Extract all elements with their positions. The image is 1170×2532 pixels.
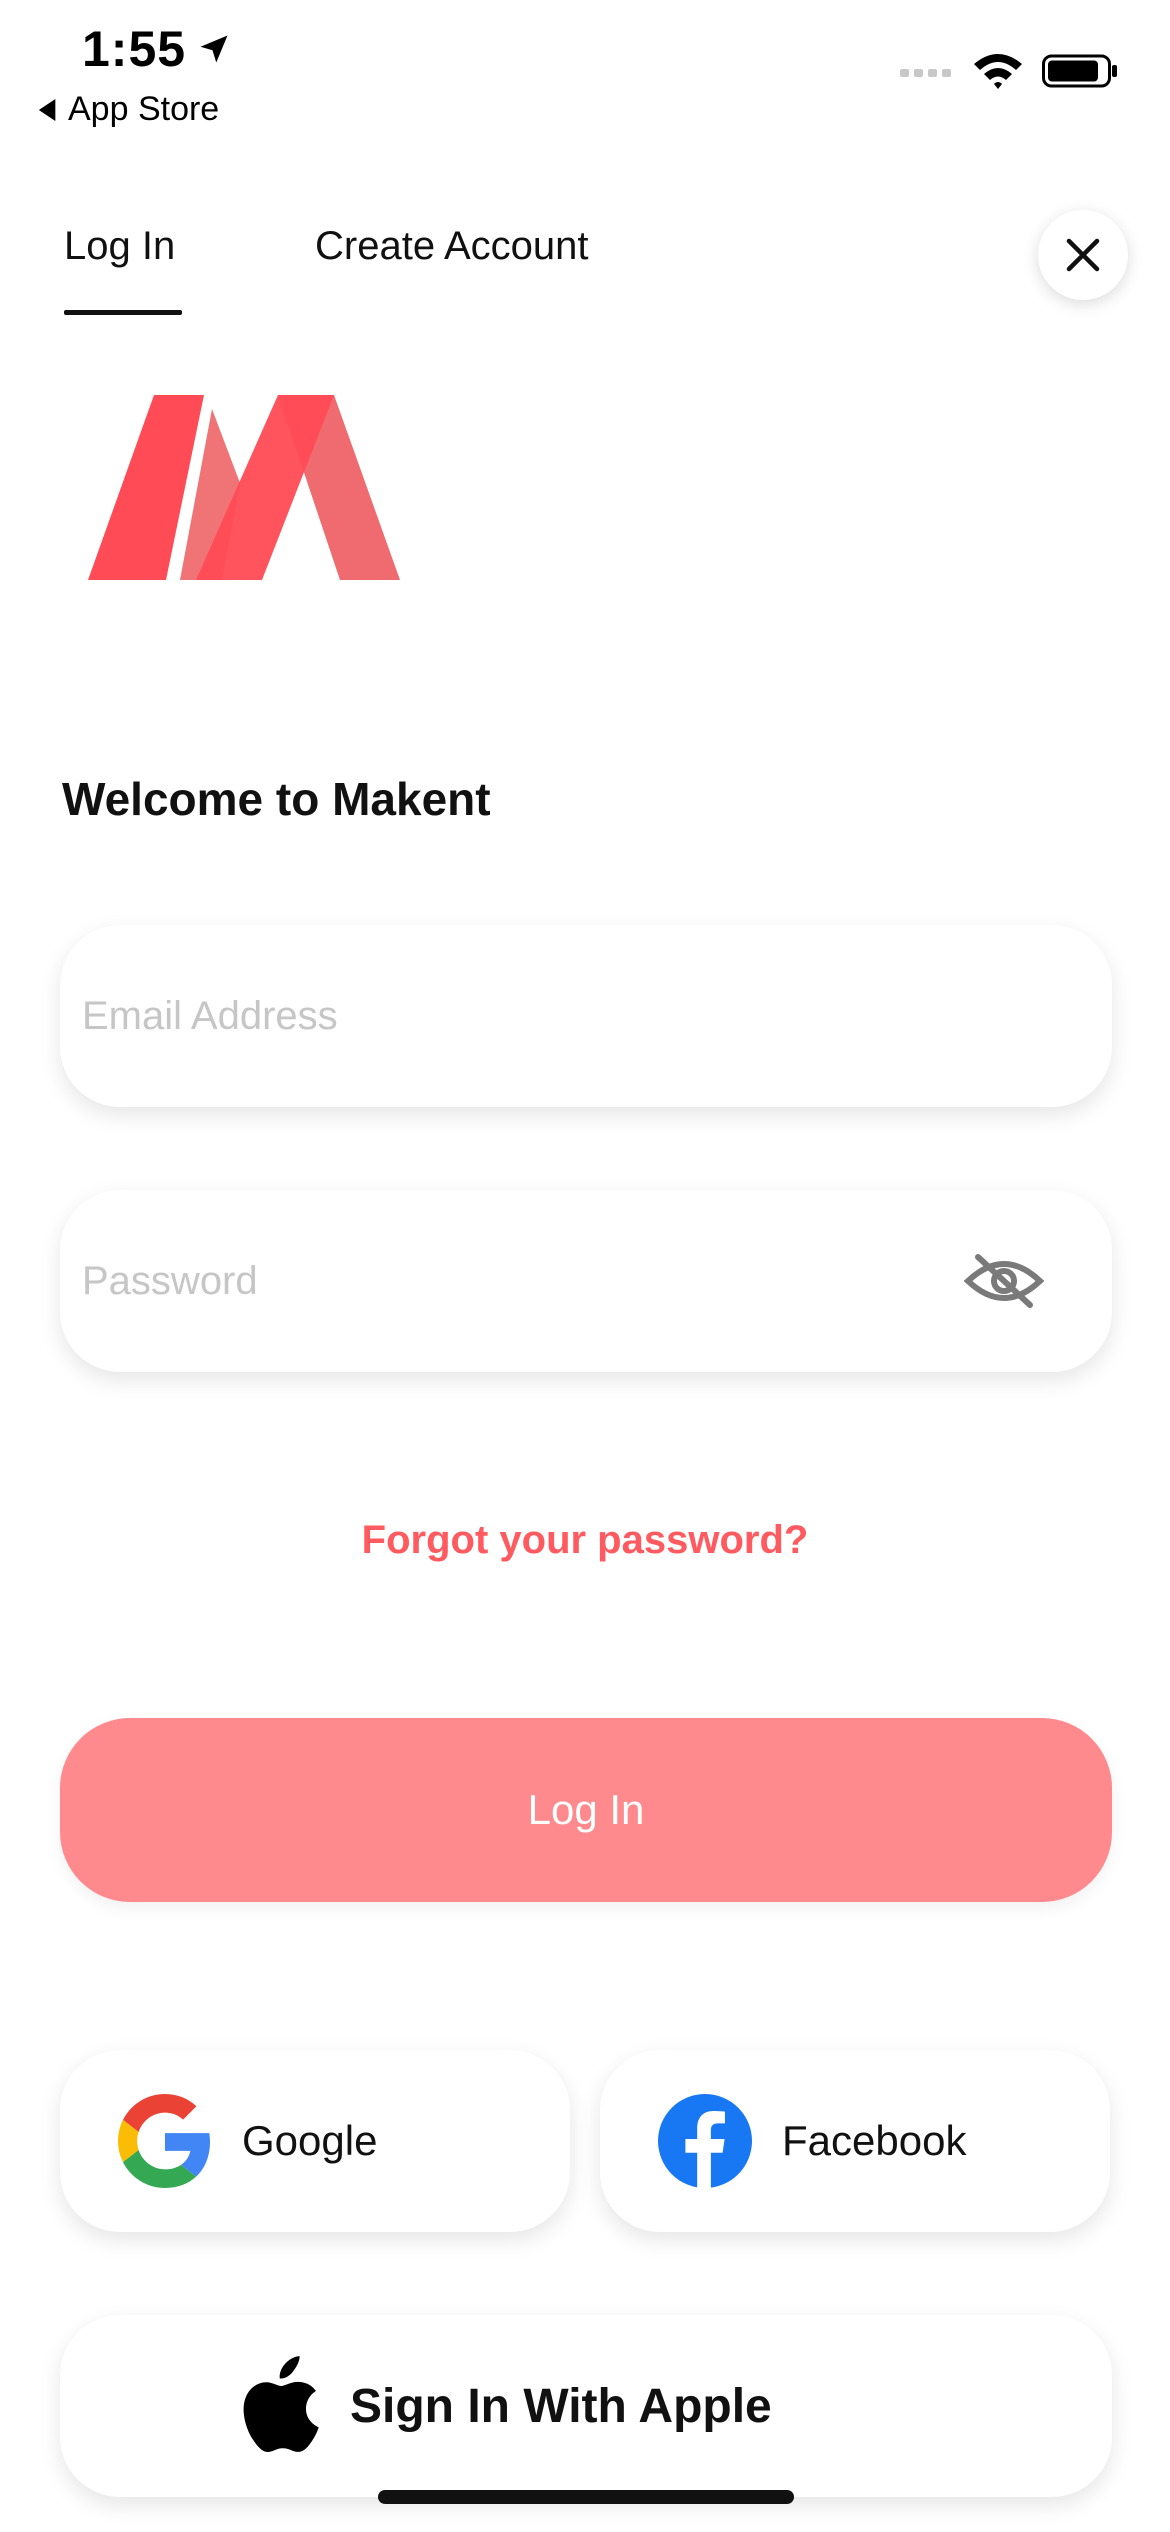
active-tab-indicator (64, 310, 182, 315)
google-label: Google (242, 2117, 378, 2164)
facebook-label: Facebook (782, 2117, 967, 2164)
battery-icon (1042, 54, 1117, 88)
forgot-password-link[interactable]: Forgot your password? (0, 1518, 1170, 1563)
home-indicator (378, 2490, 794, 2504)
password-field[interactable] (60, 1190, 1112, 1372)
google-icon (118, 2094, 211, 2188)
cellular-signal-icon (900, 69, 951, 77)
back-label: App Store (68, 90, 220, 128)
log-in-button[interactable]: Log In (60, 1718, 1112, 1902)
apple-icon (243, 2356, 319, 2453)
welcome-heading: Welcome to Makent (62, 773, 491, 825)
close-icon (1066, 238, 1100, 272)
back-to-app-store[interactable]: App Store (38, 90, 219, 129)
status-time-text: 1:55 (82, 21, 187, 77)
password-input[interactable] (80, 1257, 984, 1305)
tab-log-in[interactable]: Log In (64, 224, 175, 269)
toggle-password-visibility[interactable] (964, 1250, 1044, 1312)
email-input[interactable] (80, 992, 984, 1040)
apple-label: Sign In With Apple (350, 2379, 772, 2433)
close-button[interactable] (1038, 210, 1128, 300)
back-triangle-icon (38, 98, 56, 121)
tab-create-account[interactable]: Create Account (315, 224, 589, 269)
apple-sign-in-button[interactable]: Sign In With Apple (60, 2315, 1112, 2497)
wifi-icon (974, 54, 1022, 89)
status-indicators (900, 52, 1118, 90)
google-sign-in-button[interactable]: Google (60, 2050, 570, 2232)
facebook-sign-in-button[interactable]: Facebook (600, 2050, 1110, 2232)
status-time: 1:55 (82, 20, 232, 78)
location-arrow-icon (200, 35, 228, 63)
makent-logo (88, 395, 400, 580)
facebook-icon (658, 2094, 752, 2188)
email-field[interactable] (60, 925, 1112, 1107)
eye-slash-icon (964, 1254, 1044, 1308)
